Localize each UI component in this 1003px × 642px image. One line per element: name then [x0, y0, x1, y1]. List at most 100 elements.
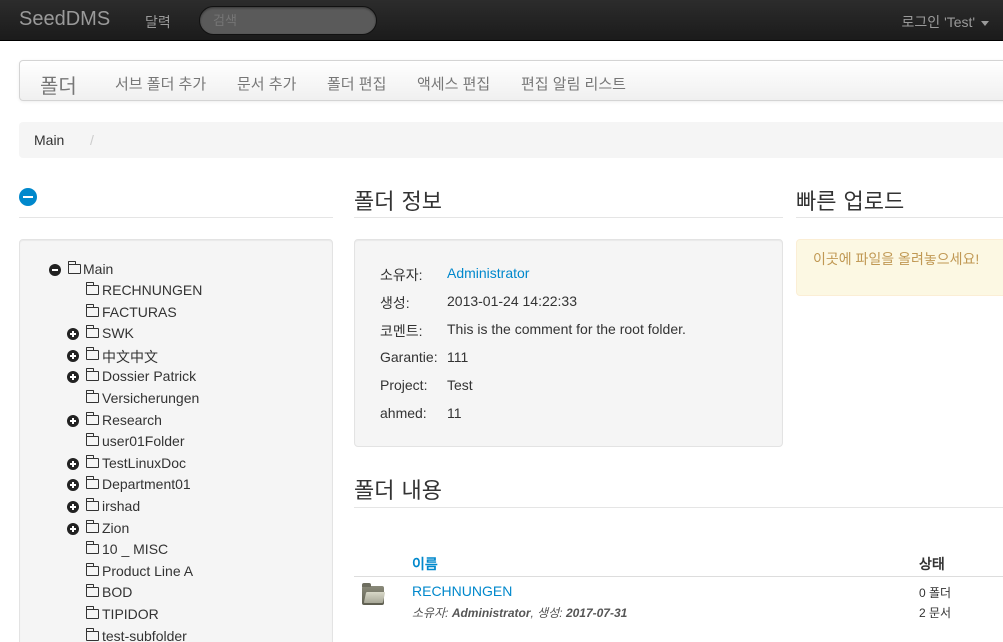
tree-node-label[interactable]: 中文中文 — [102, 347, 158, 367]
table-header-rule — [354, 576, 1003, 577]
nav-calendar-link[interactable]: 달력 — [145, 12, 171, 32]
folder-icon[interactable] — [362, 583, 384, 605]
tree-node-label[interactable]: RECHNUNGEN — [102, 282, 202, 298]
expand-icon[interactable] — [67, 501, 79, 513]
row-document-count: 2 문서 — [919, 606, 952, 620]
tree-node[interactable]: 10 _ MISC — [0, 541, 330, 561]
tree-node-label[interactable]: test-subfolder — [102, 628, 187, 642]
edit-notify-list-link[interactable]: 편집 알림 리스트 — [521, 73, 626, 94]
folder-icon — [67, 261, 81, 274]
tree-node[interactable]: test-subfolder — [0, 628, 330, 642]
column-header-status: 상태 — [919, 556, 945, 572]
table-row-meta: 소유자: Administrator, 생성: 2017-07-31 — [412, 606, 628, 620]
tree-node[interactable]: irshad — [0, 498, 330, 518]
tree-node-label[interactable]: FACTURAS — [102, 304, 177, 320]
upload-dropzone[interactable]: 이곳에 파일을 올려놓으세요! — [796, 239, 1003, 296]
column-header-name[interactable]: 이름 — [412, 554, 438, 574]
folder-icon — [85, 455, 99, 468]
info-value: 2013-01-24 14:22:33 — [447, 293, 577, 309]
owner-link[interactable]: Administrator — [447, 265, 529, 281]
tree-node-label[interactable]: Product Line A — [102, 563, 193, 579]
tree-node[interactable]: TIPIDOR — [0, 606, 330, 626]
info-label: ahmed: — [380, 405, 427, 421]
tree-node[interactable]: user01Folder — [0, 433, 330, 453]
tree-node-label[interactable]: TIPIDOR — [102, 606, 159, 622]
breadcrumb-divider: / — [90, 132, 94, 148]
tree-node[interactable]: SWK — [0, 325, 330, 345]
info-label: 소유자: — [380, 267, 423, 283]
breadcrumb-main[interactable]: Main — [34, 132, 64, 148]
edit-access-link[interactable]: 액세스 편집 — [417, 73, 490, 94]
tree-node-label[interactable]: user01Folder — [102, 433, 185, 449]
collapse-icon[interactable] — [49, 264, 61, 276]
folder-icon — [85, 304, 99, 317]
tree-node-label[interactable]: Zion — [102, 520, 129, 536]
tree-node[interactable]: TestLinuxDoc — [0, 455, 330, 475]
edit-folder-link[interactable]: 폴더 편집 — [327, 73, 386, 94]
tree-node-label[interactable]: Dossier Patrick — [102, 368, 196, 384]
tree-node-label[interactable]: Research — [102, 412, 162, 428]
folder-icon — [85, 498, 99, 511]
tree-node[interactable]: Versicherungen — [0, 390, 330, 410]
collapse-tree-icon[interactable] — [19, 188, 37, 206]
owner-value: Administrator — [451, 606, 531, 620]
tree-node[interactable]: Department01 — [0, 476, 330, 496]
tree-node[interactable]: FACTURAS — [0, 304, 330, 324]
folder-info-heading: 폴더 정보 — [354, 190, 442, 215]
tree-node-root[interactable]: Main — [0, 261, 330, 281]
caret-down-icon — [981, 20, 989, 26]
subnav-title: 폴더 — [40, 76, 77, 98]
table-row-name-link[interactable]: RECHNUNGEN — [412, 583, 512, 599]
tree-node-label[interactable]: SWK — [102, 325, 134, 341]
divider — [354, 217, 783, 218]
add-subfolder-link[interactable]: 서브 폴더 추가 — [115, 73, 206, 94]
expand-icon[interactable] — [67, 458, 79, 470]
created-label: 생성: — [537, 606, 563, 620]
tree-node-label[interactable]: TestLinuxDoc — [102, 455, 186, 471]
brand-logo[interactable]: SeedDMS — [19, 8, 110, 31]
folder-icon — [85, 390, 99, 403]
tree-node-label[interactable]: irshad — [102, 498, 140, 514]
info-value: 11 — [447, 405, 462, 421]
expand-icon[interactable] — [67, 350, 79, 362]
folder-icon — [85, 628, 99, 641]
tree-node[interactable]: RECHNUNGEN — [0, 282, 330, 302]
folder-contents-heading: 폴더 내용 — [354, 479, 442, 504]
tree-node[interactable]: BOD — [0, 584, 330, 604]
breadcrumb: Main / — [19, 122, 1003, 158]
expand-icon[interactable] — [67, 415, 79, 427]
tree-node[interactable]: Product Line A — [0, 563, 330, 583]
tree-node-label[interactable]: Versicherungen — [102, 390, 199, 406]
created-value: 2017-07-31 — [565, 606, 628, 620]
folder-icon — [85, 412, 99, 425]
tree-node[interactable]: Dossier Patrick — [0, 368, 330, 388]
expand-icon[interactable] — [67, 523, 79, 535]
info-label: 코멘트: — [380, 323, 423, 339]
tree-node[interactable]: 中文中文 — [0, 347, 330, 367]
divider — [354, 507, 1003, 508]
tree-node[interactable]: Research — [0, 412, 330, 432]
expand-icon[interactable] — [67, 479, 79, 491]
row-folder-count: 0 폴더 — [919, 586, 952, 600]
tree-node-label[interactable]: 10 _ MISC — [102, 541, 168, 557]
folder-icon — [85, 433, 99, 446]
tree-node-label[interactable]: BOD — [102, 584, 132, 600]
add-document-link[interactable]: 문서 추가 — [237, 73, 296, 94]
folder-icon — [85, 606, 99, 619]
divider — [19, 217, 333, 218]
folder-icon — [85, 325, 99, 338]
tree-node-label[interactable]: Department01 — [102, 476, 191, 492]
search-input[interactable] — [199, 6, 377, 35]
info-label: 생성: — [380, 295, 410, 311]
info-value: 111 — [447, 349, 469, 365]
user-menu[interactable]: 로그인 'Test' — [902, 12, 989, 32]
folder-icon — [85, 282, 99, 295]
expand-icon[interactable] — [67, 371, 79, 383]
folder-icon — [85, 347, 99, 360]
login-label: 로그인 'Test' — [901, 14, 976, 30]
expand-icon[interactable] — [67, 328, 79, 340]
tree-node-label[interactable]: Main — [83, 261, 113, 277]
folder-icon — [85, 520, 99, 533]
tree-node[interactable]: Zion — [0, 520, 330, 540]
info-label: Garantie: — [380, 349, 438, 365]
